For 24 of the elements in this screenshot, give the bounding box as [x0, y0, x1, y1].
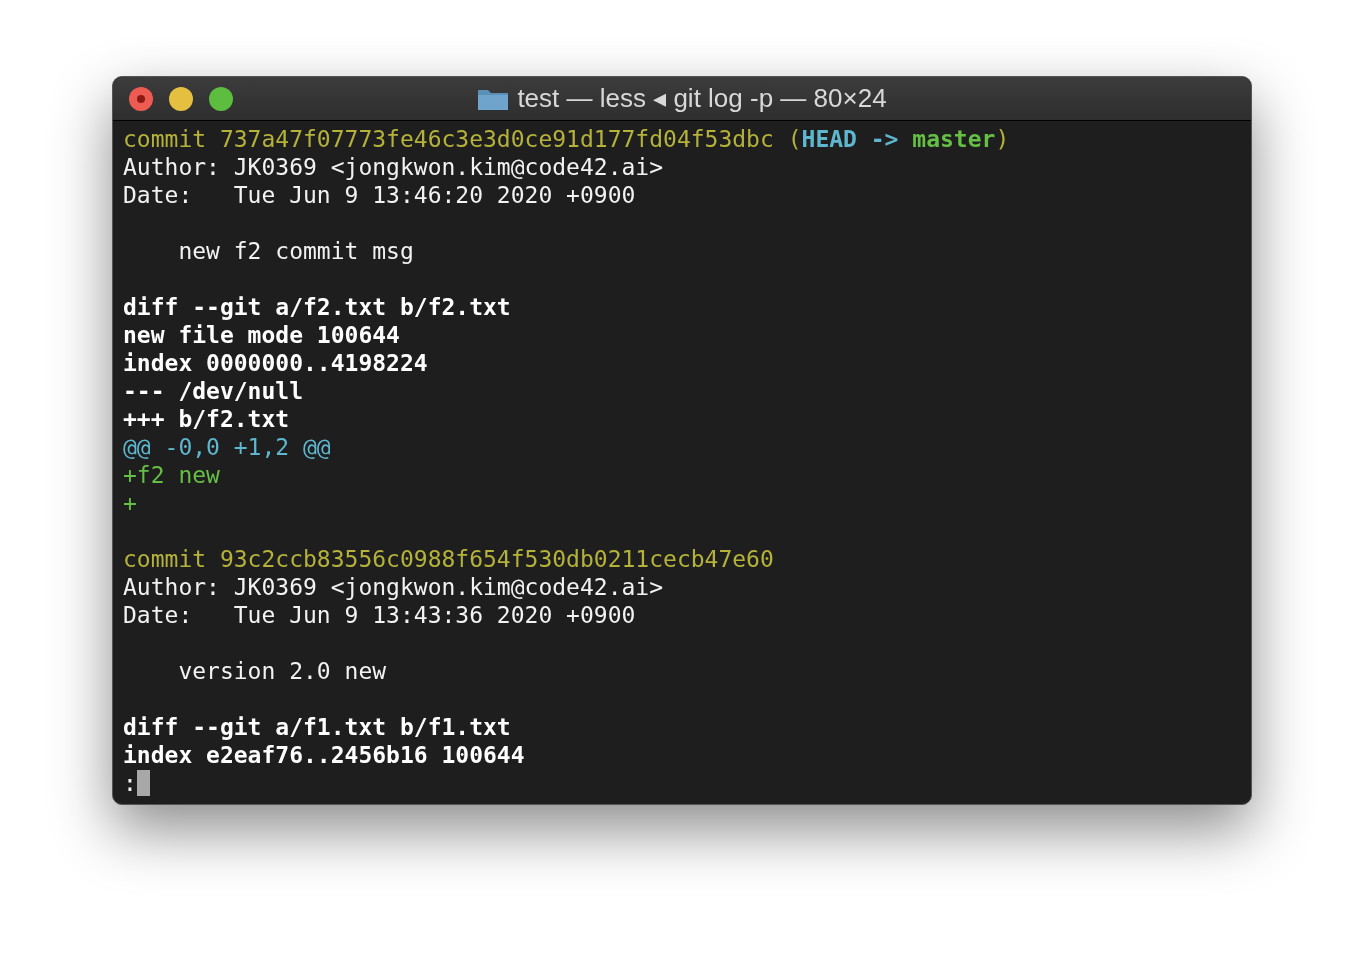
close-button[interactable] — [129, 86, 153, 111]
terminal-line: index e2eaf76..2456b16 100644 — [123, 741, 525, 769]
close-icon — [137, 94, 145, 103]
less-prompt: : — [123, 769, 137, 797]
terminal-line: new f2 commit msg — [177, 237, 414, 265]
zoom-button[interactable] — [209, 86, 233, 111]
terminal-line: commit 737a47f07773fe46c3e3d0ce91d177fd04f53dbc (HEAD -> master) — [123, 125, 1010, 153]
terminal-line: commit 93c2ccb83556c0988f654f530db0211cecb47e60 — [123, 545, 774, 573]
terminal-line: Date: Tue Jun 9 13:46:20 2020 +0900 — [123, 181, 636, 209]
terminal-line: index 0000000..4198224 — [123, 349, 428, 377]
minimize-button[interactable] — [169, 86, 193, 111]
terminal-line: +f2 new — [123, 461, 220, 489]
terminal-line: --- /dev/null — [123, 377, 303, 405]
terminal-line: version 2.0 new — [177, 657, 387, 685]
terminal-line: Date: Tue Jun 9 13:43:36 2020 +0900 — [123, 601, 636, 629]
terminal-line: @@ -0,0 +1,2 @@ — [123, 433, 331, 461]
window-title: test — less ◂ git log -p — 80×24 — [517, 82, 887, 115]
terminal-line: Author: JK0369 <jongkwon.kim@code42.ai> — [123, 153, 664, 181]
terminal-line: new file mode 100644 — [123, 321, 400, 349]
terminal-line: Author: JK0369 <jongkwon.kim@code42.ai> — [123, 573, 664, 601]
terminal-line: + — [123, 489, 137, 517]
terminal-line: +++ b/f2.txt — [123, 405, 290, 433]
terminal-line: diff --git a/f1.txt b/f1.txt — [123, 713, 511, 741]
terminal-line: diff --git a/f2.txt b/f2.txt — [123, 293, 511, 321]
